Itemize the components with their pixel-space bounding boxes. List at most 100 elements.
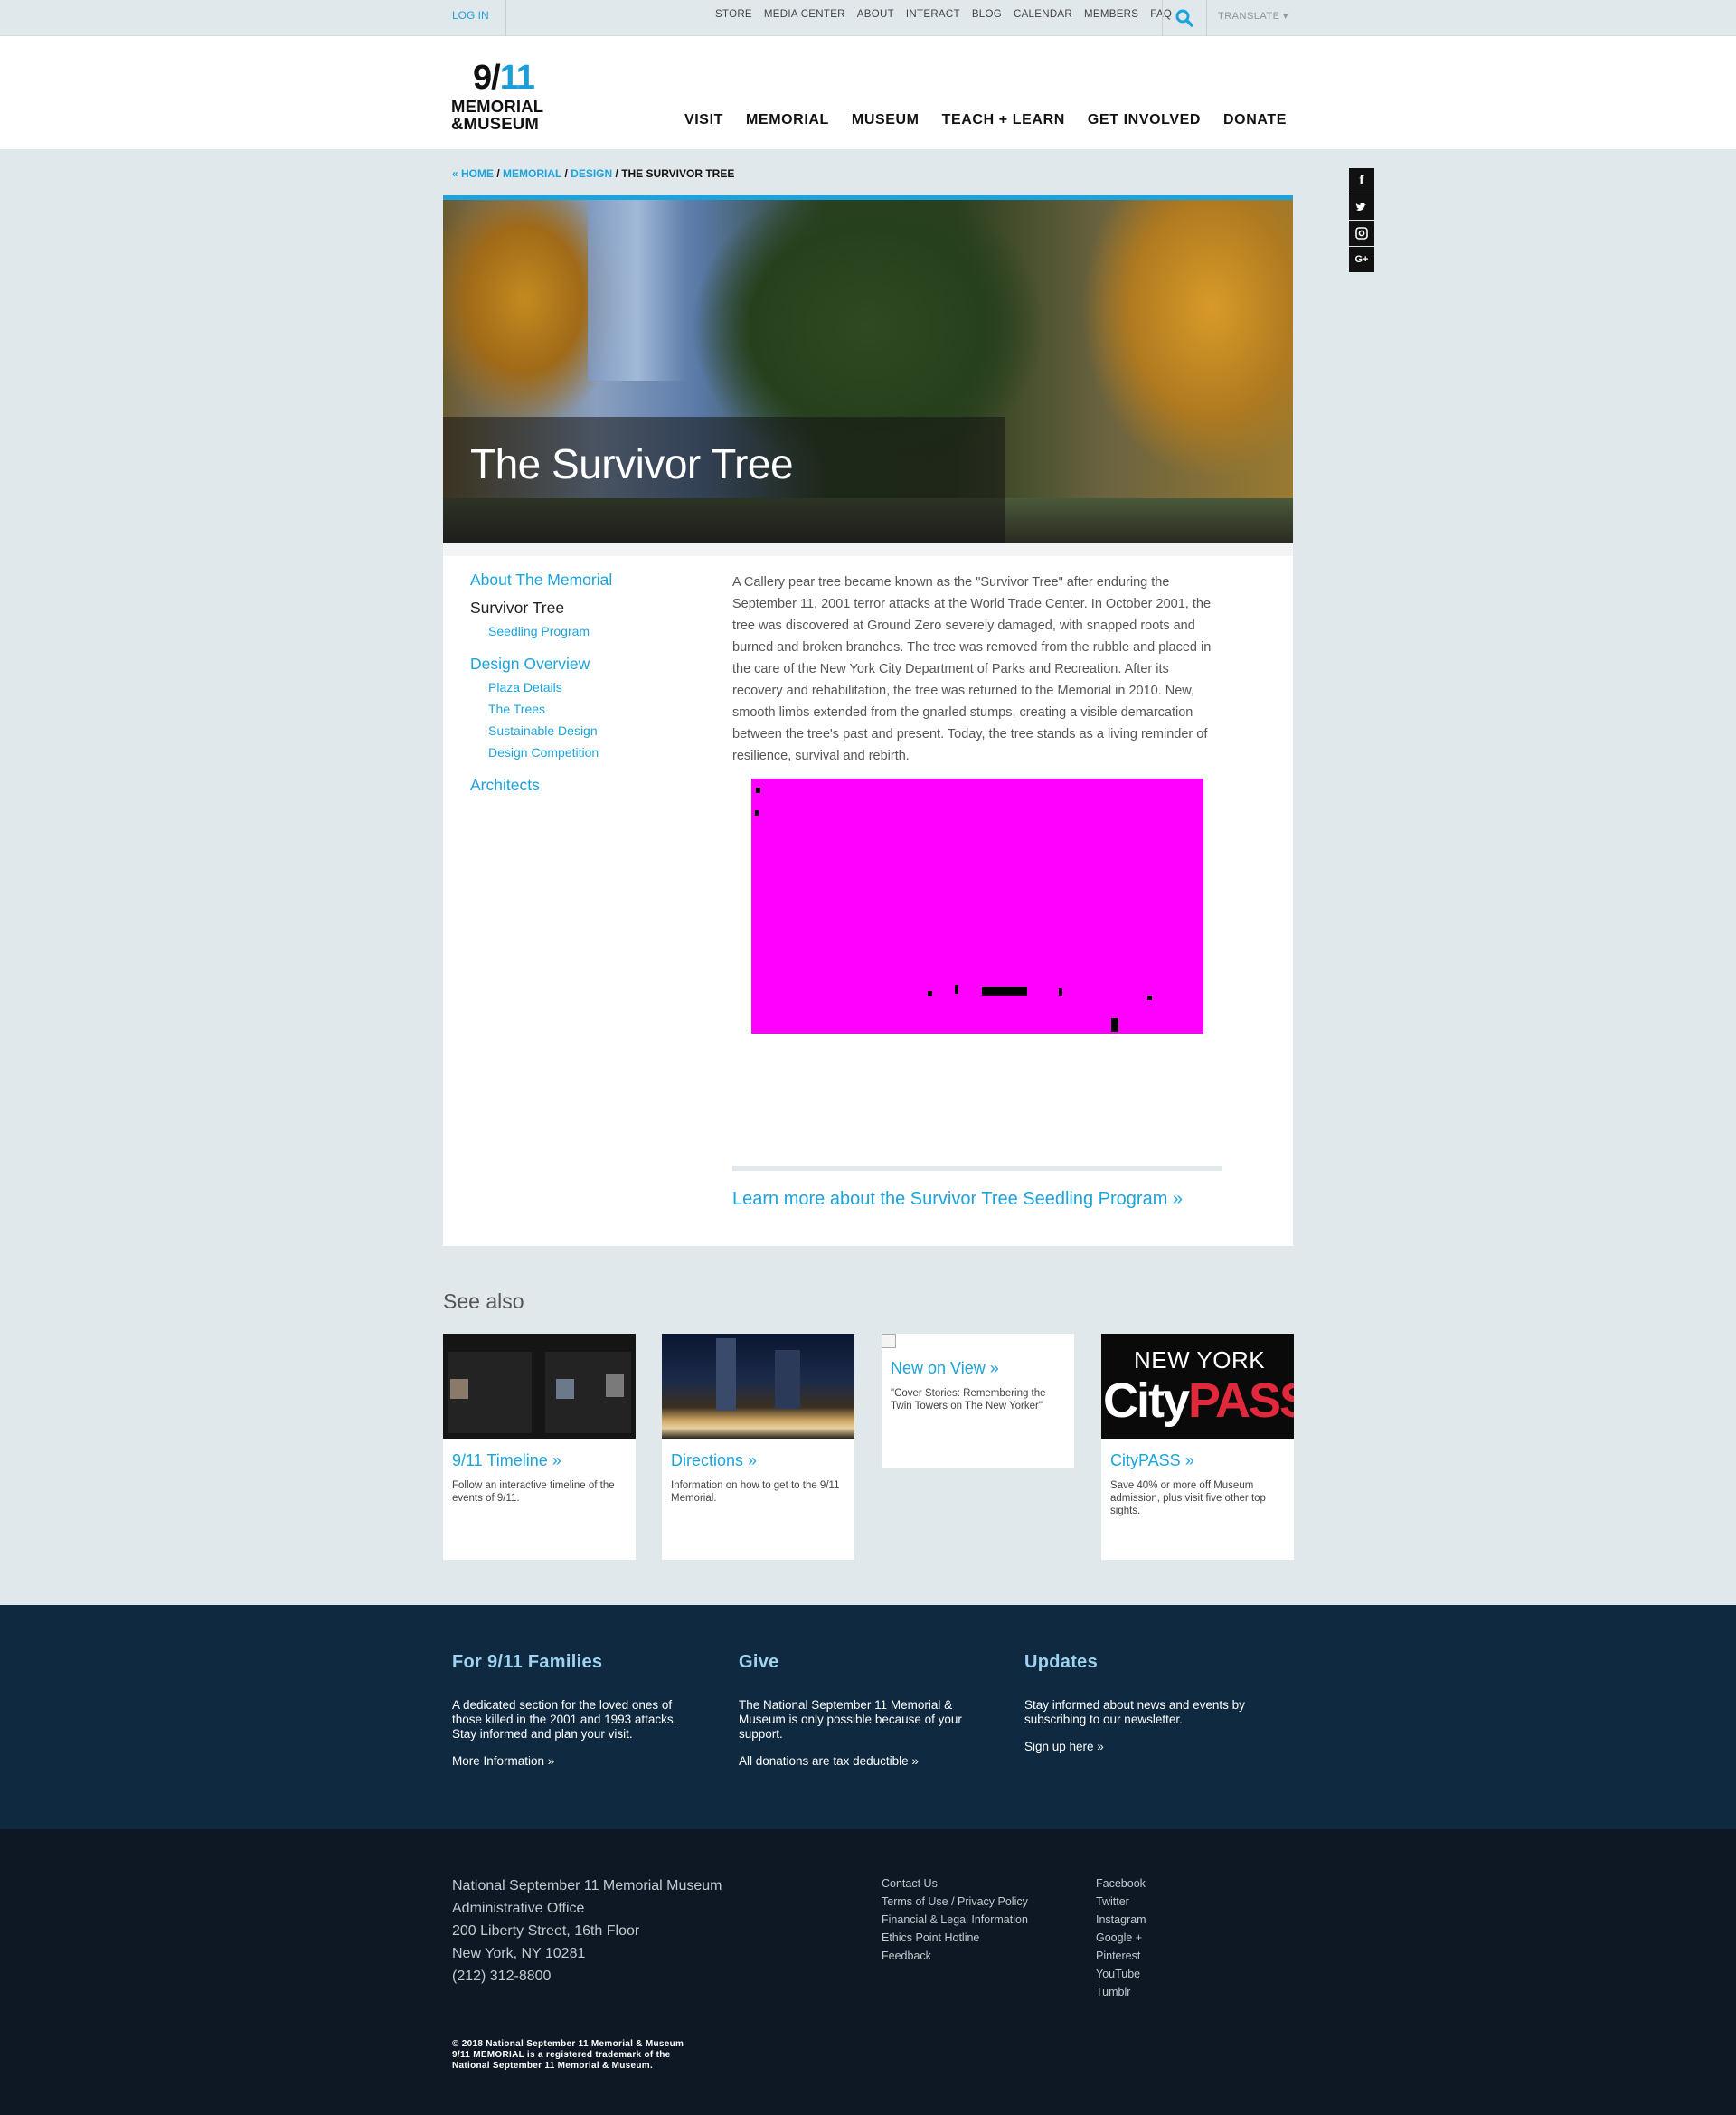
translate-dropdown[interactable]: TRANSLATE ▾ [1218,10,1288,22]
utility-bar: LOG IN STORE MEDIA CENTER ABOUT INTERACT… [0,0,1736,36]
seedling-program-link[interactable]: Learn more about the Survivor Tree Seedl… [732,1189,1183,1210]
hero-caption: The Survivor Tree [443,417,1005,543]
timeline-thumbnail [443,1334,636,1439]
copyright: © 2018 National September 11 Memorial & … [452,2039,684,2071]
facebook-icon[interactable]: f [1349,168,1374,194]
give-text: The National September 11 Memorial & Mus… [739,1698,962,1741]
card-title[interactable]: CityPASS » [1110,1451,1194,1470]
directions-thumbnail [662,1334,854,1439]
terms-privacy-link[interactable]: Terms of Use / Privacy Policy [882,1893,1028,1911]
breadcrumb-design[interactable]: DESIGN [571,167,612,180]
footer-address: National September 11 Memorial Museum Ad… [452,1878,722,1984]
card-title[interactable]: New on View » [891,1359,999,1378]
divider [1206,0,1207,36]
search-button[interactable] [1163,0,1206,36]
see-also-card[interactable]: New on View » "Cover Stories: Rememberin… [882,1334,1074,1468]
site-footer: National September 11 Memorial Museum Ad… [0,1829,1736,2115]
give-column: Give The National September 11 Memorial … [739,1652,987,1768]
updates-text: Stay informed about news and events by s… [1024,1698,1245,1726]
sidebar-item-sustainable[interactable]: Sustainable Design [488,722,705,739]
sidebar-nav: About The Memorial Survivor Tree Seedlin… [470,570,705,795]
instagram-icon[interactable] [1349,221,1374,246]
sidebar-item-plaza[interactable]: Plaza Details [488,679,705,695]
card-desc: "Cover Stories: Remembering the Twin Tow… [891,1388,1046,1412]
about-link[interactable]: ABOUT [857,9,894,20]
interact-link[interactable]: INTERACT [906,9,960,20]
youtube-link[interactable]: YouTube [1096,1965,1146,1983]
families-title: For 9/11 Families [452,1652,603,1672]
breadcrumb-home[interactable]: « HOME [452,167,494,180]
see-also-heading: See also [443,1289,524,1313]
give-title: Give [739,1652,779,1672]
login-link[interactable]: LOG IN [452,9,489,22]
utility-links: STORE MEDIA CENTER ABOUT INTERACT BLOG C… [715,9,1172,20]
card-title[interactable]: Directions » [671,1451,757,1470]
sidebar-item-seedling[interactable]: Seedling Program [488,623,705,639]
families-band: For 9/11 Families A dedicated section fo… [0,1605,1736,1829]
media-center-link[interactable]: MEDIA CENTER [764,9,845,20]
divider [505,0,506,36]
logo-line1: MEMORIAL [451,97,544,116]
citypass-line1: NEW YORK [1134,1346,1266,1374]
card-desc: Information on how to get to the 9/11 Me… [671,1480,840,1504]
store-link[interactable]: STORE [715,9,752,20]
hero-building [588,200,687,381]
pinterest-link[interactable]: Pinterest [1096,1947,1146,1965]
nav-teach-learn[interactable]: TEACH + LEARN [942,112,1065,128]
breadcrumb-memorial[interactable]: MEMORIAL [503,167,561,180]
footer-links: Contact Us Terms of Use / Privacy Policy… [882,1874,1028,1965]
google-plus-link[interactable]: Google + [1096,1929,1146,1947]
card-title[interactable]: 9/11 Timeline » [452,1451,561,1470]
facebook-link[interactable]: Facebook [1096,1874,1146,1893]
tumblr-link[interactable]: Tumblr [1096,1983,1146,2001]
instagram-link[interactable]: Instagram [1096,1911,1146,1929]
contact-us-link[interactable]: Contact Us [882,1874,1028,1893]
financial-legal-link[interactable]: Financial & Legal Information [882,1911,1028,1929]
ethics-hotline-link[interactable]: Ethics Point Hotline [882,1929,1028,1947]
logo-number: 9/11 [473,59,535,97]
twitter-icon[interactable] [1349,194,1374,220]
nav-visit[interactable]: VISIT [684,112,723,128]
updates-title: Updates [1024,1652,1099,1672]
google-plus-icon[interactable]: G+ [1349,247,1374,272]
nav-museum[interactable]: MUSEUM [852,112,920,128]
sidebar-item-architects[interactable]: Architects [470,775,705,795]
search-icon [1175,9,1194,27]
site-logo[interactable]: 9/11 MEMORIAL &MUSEUM [451,59,560,133]
card-desc: Save 40% or more off Museum admission, p… [1110,1480,1266,1516]
families-text: A dedicated section for the loved ones o… [452,1698,677,1741]
blog-link[interactable]: BLOG [972,9,1002,20]
nav-get-involved[interactable]: GET INVOLVED [1088,112,1201,128]
breadcrumb-current: THE SURVIVOR TREE [621,167,735,180]
updates-column: Updates Stay informed about news and eve… [1024,1652,1273,1753]
nav-donate[interactable]: DONATE [1223,112,1287,128]
breadcrumb: « HOME / MEMORIAL / DESIGN / THE SURVIVO… [452,167,735,180]
sidebar-item-competition[interactable]: Design Competition [488,744,705,760]
sidebar-item-trees[interactable]: The Trees [488,701,705,717]
content-divider [732,1166,1222,1171]
main-nav: VISIT MEMORIAL MUSEUM TEACH + LEARN GET … [684,112,1287,128]
donations-link[interactable]: All donations are tax deductible » [739,1754,987,1768]
members-link[interactable]: MEMBERS [1084,9,1138,20]
article-body: A Callery pear tree became known as the … [732,575,1212,763]
see-also-card[interactable]: Directions » Information on how to get t… [662,1334,854,1560]
site-header: 9/11 MEMORIAL &MUSEUM VISIT MEMORIAL MUS… [0,36,1736,149]
social-share: f G+ [1349,168,1374,273]
feedback-link[interactable]: Feedback [882,1947,1028,1965]
see-also-card[interactable]: NEW YORK CityPASS CityPASS » Save 40% or… [1101,1334,1294,1560]
see-also-card[interactable]: 9/11 Timeline » Follow an interactive ti… [443,1334,636,1560]
more-information-link[interactable]: More Information » [452,1754,701,1768]
signup-link[interactable]: Sign up here » [1024,1740,1273,1753]
citypass-wordmark: CityPASS [1103,1374,1294,1428]
main-content: About The Memorial Survivor Tree Seedlin… [443,543,1293,1246]
calendar-link[interactable]: CALENDAR [1014,9,1072,20]
sidebar-item-current: Survivor Tree [470,599,565,617]
page-title: The Survivor Tree [470,440,794,487]
sidebar-item-design[interactable]: Design Overview [470,654,705,674]
nav-memorial[interactable]: MEMORIAL [746,112,829,128]
citypass-thumbnail: NEW YORK CityPASS [1101,1334,1294,1439]
logo-line2: &MUSEUM [451,114,539,133]
twitter-link[interactable]: Twitter [1096,1893,1146,1911]
sidebar-item-about[interactable]: About The Memorial [470,570,705,590]
hero-banner: The Survivor Tree [443,195,1293,543]
